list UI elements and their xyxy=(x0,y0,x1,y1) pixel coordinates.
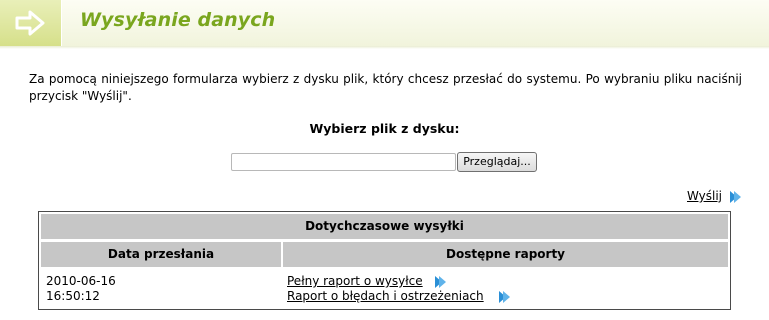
column-header-reports: Dostępne raporty xyxy=(283,242,728,267)
full-report-arrow-icon[interactable] xyxy=(434,275,448,289)
errors-report-arrow-icon[interactable] xyxy=(498,290,512,304)
send-link[interactable]: Wyślij xyxy=(687,189,722,203)
send-arrow-icon[interactable] xyxy=(729,190,743,204)
column-header-date: Data przesłania xyxy=(41,242,281,267)
browse-button[interactable]: Przeglądaj... xyxy=(457,152,537,172)
arrow-right-icon xyxy=(15,10,45,36)
history-table: Dotychczasowe wysyłki Data przesłania Do… xyxy=(38,211,731,310)
page-header: Wysyłanie danych xyxy=(0,0,769,47)
file-path-input[interactable] xyxy=(231,153,456,171)
header-icon-box xyxy=(0,0,62,46)
upload-time: 16:50:12 xyxy=(46,289,100,303)
header-divider xyxy=(0,46,769,49)
full-report-link[interactable]: Pełny raport o wysyłce xyxy=(287,274,423,289)
history-table-title: Dotychczasowe wysyłki xyxy=(41,214,728,239)
errors-report-link[interactable]: Raport o błędach i ostrzeżeniach xyxy=(287,289,484,304)
intro-text: Za pomocą niniejszego formularza wybierz… xyxy=(29,72,742,103)
page-title: Wysyłanie danych xyxy=(80,9,276,31)
choose-file-label: Wybierz plik z dysku: xyxy=(309,121,460,136)
upload-date: 2010-06-16 xyxy=(46,274,116,288)
table-row-date: 2010-06-16 16:50:12 xyxy=(46,274,116,304)
